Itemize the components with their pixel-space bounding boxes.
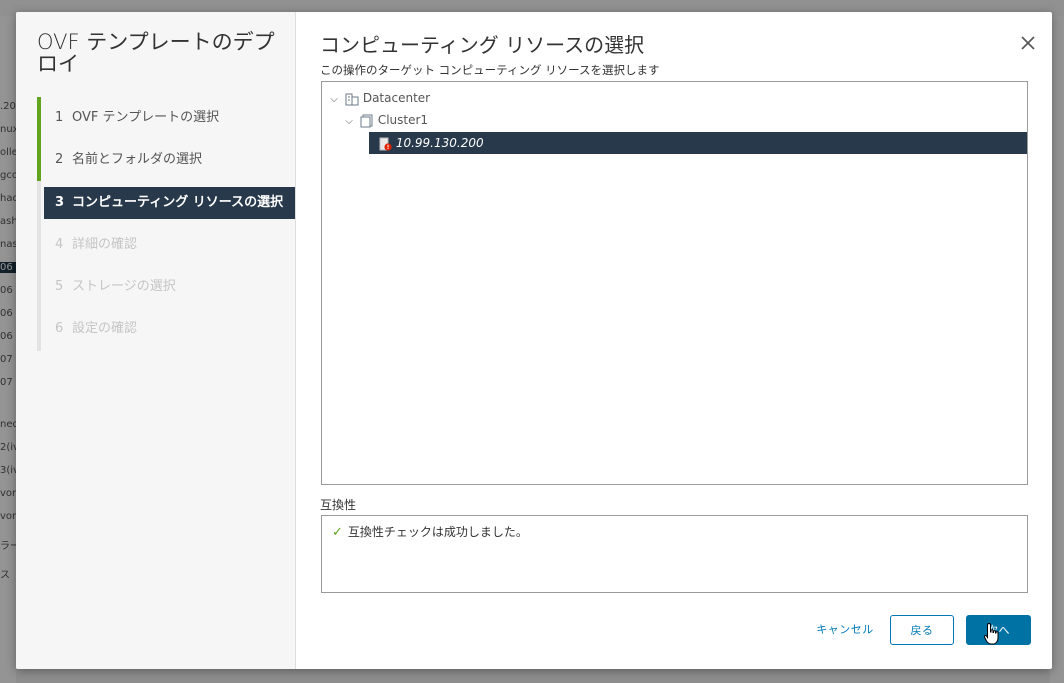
close-icon[interactable] [1018, 33, 1038, 53]
chevron-down-icon[interactable]: ⌵ [327, 89, 341, 111]
wizard-nav: OVF テンプレートのデプロイ 1 OVF テンプレートの選択 2 名前とフォルダの… [16, 12, 296, 669]
chevron-down-icon[interactable]: ⌵ [342, 111, 356, 133]
step-5: 5 ストレージの選択 [55, 279, 176, 294]
resource-tree: ⌵ Datacenter ⌵ Cluster1 10.99.130.200 [321, 81, 1028, 485]
cluster-icon [360, 114, 373, 127]
compatibility-message: ✓ 互換性チェックは成功しました。 [332, 523, 528, 540]
wizard-title: OVF テンプレートのデプロイ [37, 30, 275, 76]
wizard-content: コンピューティング リソースの選択 この操作のターゲット コンピューティング リ… [296, 12, 1052, 669]
step-label: ストレージの選択 [72, 279, 176, 294]
step-label: 名前とフォルダの選択 [72, 152, 203, 167]
tree-label: Datacenter [362, 91, 431, 105]
cancel-button[interactable]: キャンセル [810, 615, 880, 645]
step-label: 設定の確認 [72, 321, 138, 336]
step-label: OVF テンプレートの選択 [72, 110, 220, 125]
tree-node-datacenter[interactable]: ⌵ Datacenter [327, 87, 430, 109]
page-subtitle: この操作のターゲット コンピューティング リソースを選択します [320, 63, 660, 77]
tree-label: Cluster1 [377, 113, 429, 127]
step-1[interactable]: 1 OVF テンプレートの選択 [44, 102, 295, 134]
tree-node-cluster[interactable]: ⌵ Cluster1 [342, 109, 428, 131]
datacenter-icon [345, 93, 359, 105]
step-3[interactable]: 3 コンピューティング リソースの選択 [44, 187, 295, 219]
host-warning-icon [379, 137, 392, 151]
next-button[interactable]: 次へ [966, 615, 1031, 645]
tree-label: 10.99.130.200 [395, 136, 484, 150]
step-2[interactable]: 2 名前とフォルダの選択 [44, 144, 295, 176]
steps-progress [37, 97, 41, 181]
compatibility-panel: ✓ 互換性チェックは成功しました。 [321, 515, 1028, 593]
step-label: 詳細の確認 [72, 237, 138, 252]
tree-node-host[interactable]: 10.99.130.200 [369, 132, 1027, 154]
page-title: コンピューティング リソースの選択 [320, 33, 645, 57]
step-4: 4 詳細の確認 [55, 237, 138, 252]
compatibility-label: 互換性 [320, 498, 357, 512]
checkmark-icon: ✓ [332, 525, 343, 540]
deploy-ovf-dialog: OVF テンプレートのデプロイ 1 OVF テンプレートの選択 2 名前とフォルダの… [16, 12, 1052, 669]
step-6: 6 設定の確認 [55, 321, 138, 336]
step-label: コンピューティング リソースの選択 [72, 195, 284, 210]
back-button[interactable]: 戻る [890, 615, 954, 645]
compatibility-text: 互換性チェックは成功しました。 [347, 525, 528, 539]
